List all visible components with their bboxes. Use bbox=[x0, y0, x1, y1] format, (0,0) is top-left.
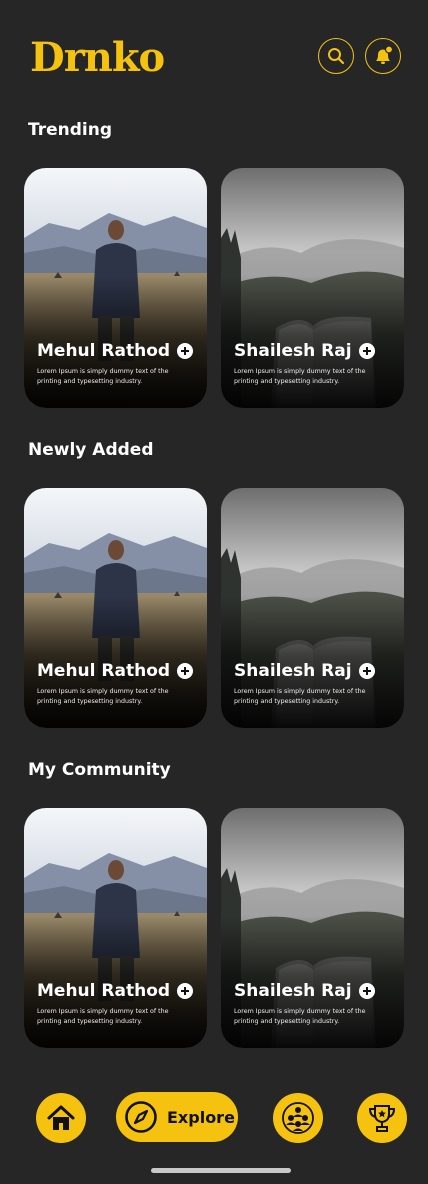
bottom-nav: Explore bbox=[0, 1088, 428, 1148]
add-icon[interactable] bbox=[177, 663, 194, 679]
add-icon[interactable] bbox=[177, 983, 194, 999]
card-name: Mehul Rathod bbox=[37, 661, 171, 681]
nav-explore-button[interactable]: Explore bbox=[116, 1092, 238, 1142]
add-icon[interactable] bbox=[358, 663, 375, 679]
home-indicator[interactable] bbox=[151, 1168, 291, 1173]
section-title-trending: Trending bbox=[28, 120, 113, 140]
card-description: Lorem Ipsum is simply dummy text of the … bbox=[37, 688, 169, 705]
bell-icon bbox=[376, 45, 394, 64]
search-icon bbox=[328, 48, 345, 65]
card-name: Shailesh Raj bbox=[234, 661, 352, 681]
add-icon[interactable] bbox=[358, 343, 375, 359]
nav-explore-label: Explore bbox=[167, 1107, 235, 1127]
nav-trophy-button[interactable] bbox=[357, 1093, 407, 1143]
nav-home-button[interactable] bbox=[36, 1093, 86, 1143]
card-description: Lorem Ipsum is simply dummy text of the … bbox=[234, 688, 366, 705]
app-logo[interactable]: Drnko bbox=[30, 36, 165, 80]
notifications-button[interactable] bbox=[365, 38, 401, 74]
nav-community-button[interactable] bbox=[273, 1093, 323, 1143]
card-description: Lorem Ipsum is simply dummy text of the … bbox=[37, 368, 169, 385]
home-icon bbox=[47, 1105, 75, 1130]
card-description: Lorem Ipsum is simply dummy text of the … bbox=[37, 1008, 169, 1025]
trophy-icon bbox=[368, 1105, 396, 1132]
add-icon[interactable] bbox=[177, 343, 194, 359]
card-description: Lorem Ipsum is simply dummy text of the … bbox=[234, 1008, 366, 1025]
card-shailesh-raj[interactable]: Shailesh Raj Lorem Ipsum is simply dummy… bbox=[221, 488, 404, 728]
card-name: Mehul Rathod bbox=[37, 981, 171, 1001]
section-title-newly-added: Newly Added bbox=[28, 440, 154, 460]
card-mehul-rathod[interactable]: Mehul Rathod Lorem Ipsum is simply dummy… bbox=[24, 488, 207, 728]
card-mehul-rathod[interactable]: Mehul Rathod Lorem Ipsum is simply dummy… bbox=[24, 168, 207, 408]
card-description: Lorem Ipsum is simply dummy text of the … bbox=[234, 368, 366, 385]
community-icon bbox=[282, 1102, 314, 1134]
card-name: Shailesh Raj bbox=[234, 981, 352, 1001]
search-button[interactable] bbox=[318, 38, 354, 74]
add-icon[interactable] bbox=[358, 983, 375, 999]
card-shailesh-raj[interactable]: Shailesh Raj Lorem Ipsum is simply dummy… bbox=[221, 808, 404, 1048]
card-name: Shailesh Raj bbox=[234, 341, 352, 361]
card-name: Mehul Rathod bbox=[37, 341, 171, 361]
app-header: Drnko bbox=[0, 0, 428, 110]
section-title-my-community: My Community bbox=[28, 760, 171, 780]
compass-icon bbox=[125, 1101, 157, 1133]
card-mehul-rathod[interactable]: Mehul Rathod Lorem Ipsum is simply dummy… bbox=[24, 808, 207, 1048]
card-shailesh-raj[interactable]: Shailesh Raj Lorem Ipsum is simply dummy… bbox=[221, 168, 404, 408]
